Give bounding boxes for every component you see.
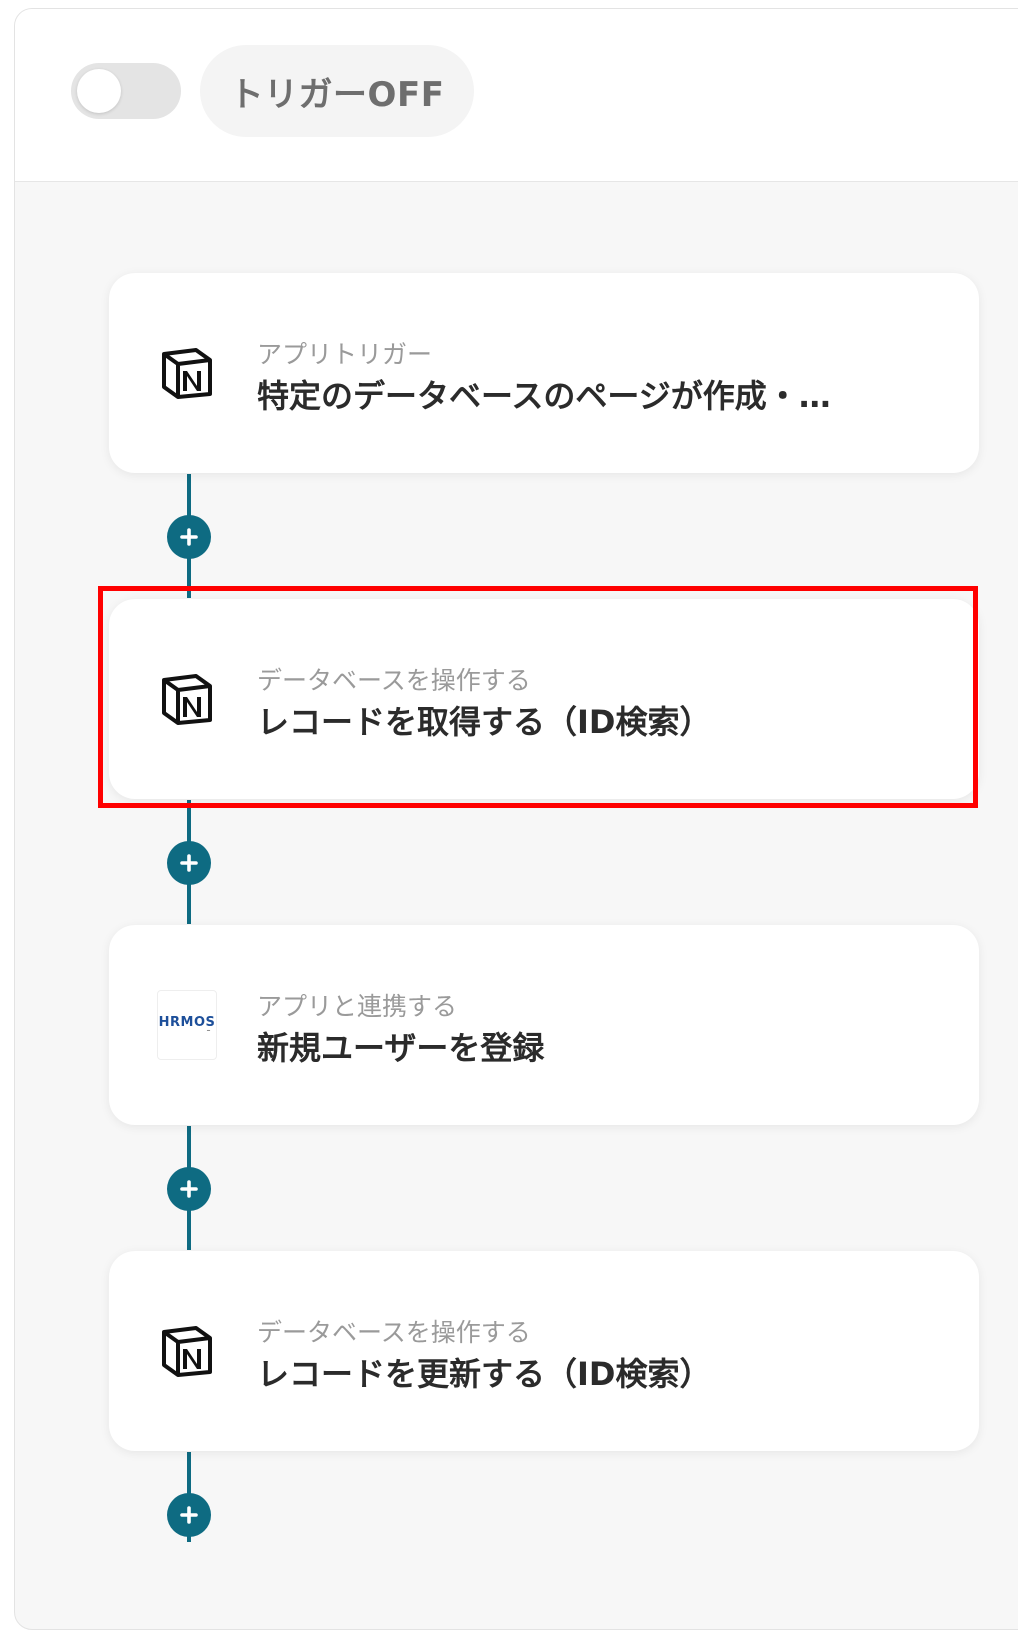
add-step-button[interactable] — [167, 1493, 211, 1537]
step-type-label: データベースを操作する — [257, 1318, 531, 1347]
step-title: レコードを取得する（ID検索） — [257, 703, 712, 741]
trigger-status-badge: トリガーOFF — [200, 45, 474, 137]
plus-icon — [180, 854, 198, 872]
flow-editor-panel: トリガーOFF アプリトリガー 特定のデータベースのページが作成・… データベー… — [14, 8, 1018, 1630]
step-type-label: データベースを操作する — [257, 666, 531, 695]
flow-step-card[interactable]: データベースを操作する レコードを更新する（ID検索） — [109, 1251, 979, 1451]
add-step-button[interactable] — [167, 841, 211, 885]
hrmos-logo-icon: HRMOS ━ — [157, 990, 217, 1060]
notion-icon — [157, 1321, 217, 1381]
flow-step-card[interactable]: アプリトリガー 特定のデータベースのページが作成・… — [109, 273, 979, 473]
flow-step-card[interactable]: データベースを操作する レコードを取得する（ID検索） — [109, 599, 979, 799]
plus-icon — [180, 1180, 198, 1198]
flow-step-card[interactable]: HRMOS ━ アプリと連携する 新規ユーザーを登録 — [109, 925, 979, 1125]
trigger-toggle[interactable] — [71, 63, 181, 119]
notion-icon — [157, 343, 217, 403]
flow-header: トリガーOFF — [15, 9, 1018, 182]
notion-icon — [157, 669, 217, 729]
add-step-button[interactable] — [167, 1167, 211, 1211]
step-type-label: アプリトリガー — [257, 340, 433, 369]
step-title: 特定のデータベースのページが作成・… — [257, 377, 831, 415]
step-type-label: アプリと連携する — [257, 992, 458, 1021]
step-title: レコードを更新する（ID検索） — [257, 1355, 712, 1393]
trigger-status-label: トリガーOFF — [229, 74, 445, 115]
plus-icon — [180, 528, 198, 546]
plus-icon — [180, 1506, 198, 1524]
toggle-knob — [77, 69, 121, 113]
add-step-button[interactable] — [167, 515, 211, 559]
step-title: 新規ユーザーを登録 — [257, 1029, 545, 1067]
hrmos-logo-mark: ━ — [206, 1028, 210, 1034]
